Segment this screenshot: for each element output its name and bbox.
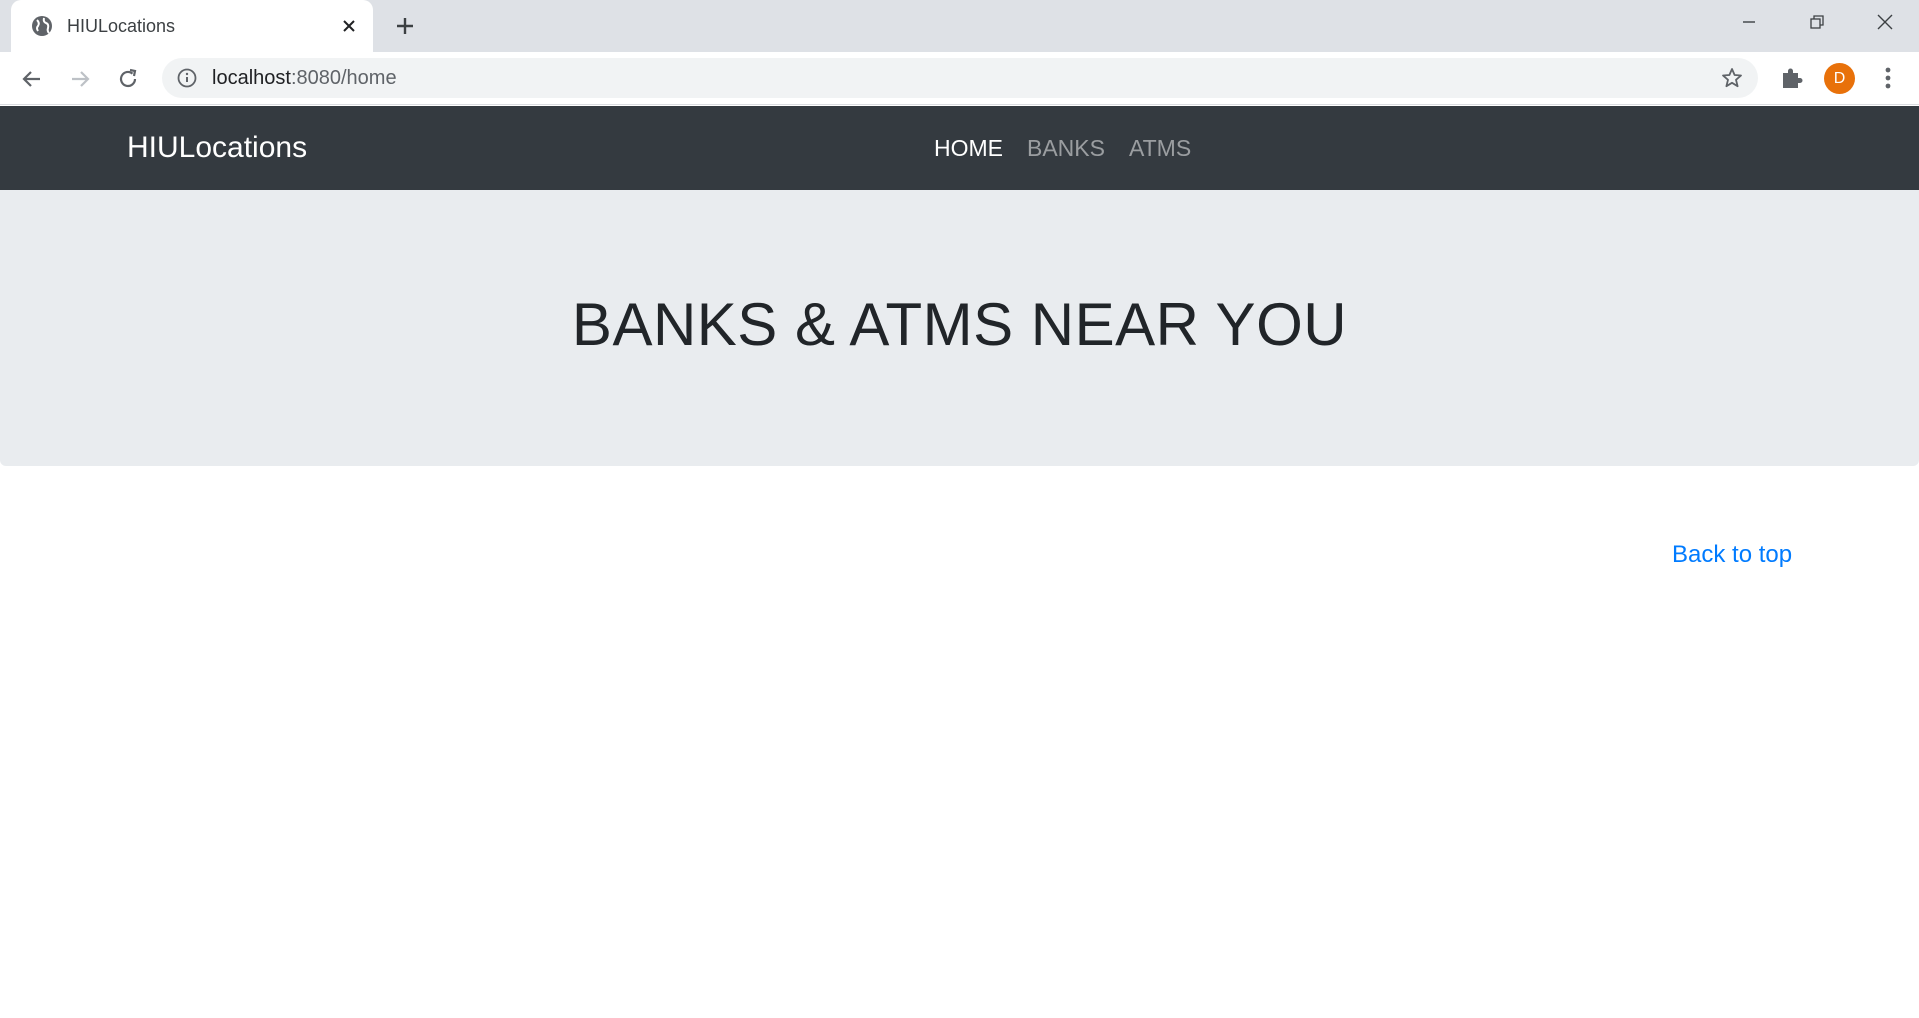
nav-link-banks[interactable]: BANKS: [1027, 132, 1105, 164]
minimize-icon[interactable]: [1715, 0, 1783, 44]
url-text[interactable]: localhost:8080/home: [212, 66, 397, 90]
info-icon[interactable]: [176, 67, 198, 89]
restore-icon[interactable]: [1783, 0, 1851, 44]
close-window-icon[interactable]: [1851, 0, 1919, 44]
more-menu-icon[interactable]: [1874, 64, 1902, 92]
extensions-puzzle-icon[interactable]: [1778, 64, 1806, 92]
browser-tab[interactable]: HIULocations: [11, 0, 373, 52]
browser-tabstrip: HIULocations: [0, 0, 1919, 52]
reload-icon[interactable]: [111, 62, 145, 96]
page-viewport: HIULocations HOME BANKS ATMS BANKS & ATM…: [0, 106, 1919, 1018]
bookmark-star-icon[interactable]: [1720, 66, 1744, 90]
hero-heading: BANKS & ATMS NEAR YOU: [571, 291, 1348, 358]
url-path: :8080/home: [290, 67, 397, 89]
browser-toolbar: localhost:8080/home D: [0, 52, 1919, 105]
address-bar[interactable]: localhost:8080/home: [162, 58, 1758, 98]
hero-jumbotron: BANKS & ATMS NEAR YOU: [0, 190, 1919, 466]
url-host: localhost: [212, 67, 291, 89]
profile-avatar[interactable]: D: [1824, 63, 1855, 94]
tab-close-icon[interactable]: [336, 13, 362, 39]
tab-title: HIULocations: [67, 16, 176, 36]
back-arrow-icon[interactable]: [15, 62, 49, 96]
globe-icon: [32, 16, 52, 36]
navbar-brand[interactable]: HIULocations: [127, 128, 307, 168]
site-navbar: HIULocations HOME BANKS ATMS: [0, 106, 1919, 190]
back-to-top-link[interactable]: Back to top: [1672, 539, 1792, 571]
navbar-links: HOME BANKS ATMS: [934, 132, 1191, 164]
forward-arrow-icon[interactable]: [63, 62, 97, 96]
nav-link-atms[interactable]: ATMS: [1129, 132, 1191, 164]
new-tab-plus-icon[interactable]: [390, 11, 420, 41]
nav-link-home[interactable]: HOME: [934, 132, 1003, 164]
